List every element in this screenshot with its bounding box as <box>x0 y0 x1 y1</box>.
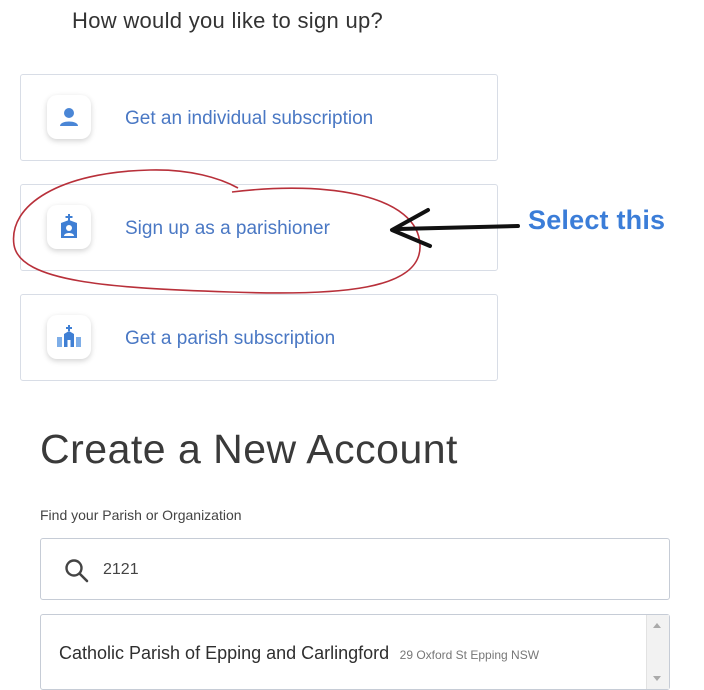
create-account-heading: Create a New Account <box>40 426 458 472</box>
search-results-list: Catholic Parish of Epping and Carlingfor… <box>40 614 670 690</box>
scroll-down-arrow-icon[interactable] <box>653 676 661 681</box>
church-person-icon <box>47 205 91 249</box>
search-icon <box>65 559 89 583</box>
search-result-item[interactable]: Catholic Parish of Epping and Carlingfor… <box>59 643 539 664</box>
results-scrollbar[interactable] <box>646 615 669 689</box>
find-parish-label: Find your Parish or Organization <box>40 507 242 523</box>
scroll-up-arrow-icon[interactable] <box>653 623 661 628</box>
result-parish-name: Catholic Parish of Epping and Carlingfor… <box>59 643 390 663</box>
signup-title: How would you like to sign up? <box>72 8 384 33</box>
select-this-callout: Select this <box>528 205 666 235</box>
person-icon <box>47 95 91 139</box>
parish-search-input[interactable] <box>103 557 623 583</box>
parish-icon <box>47 315 91 359</box>
result-parish-address: 29 Oxford St Epping NSW <box>399 648 540 662</box>
individual-subscription-label: Get an individual subscription <box>125 108 374 129</box>
parish-search-box[interactable] <box>40 538 670 600</box>
parishioner-label: Sign up as a parishioner <box>125 218 330 239</box>
parishioner-option[interactable]: Sign up as a parishioner <box>20 184 498 271</box>
parish-subscription-option[interactable]: Get a parish subscription <box>20 294 498 381</box>
parish-subscription-label: Get a parish subscription <box>125 328 336 349</box>
individual-subscription-option[interactable]: Get an individual subscription <box>20 74 498 161</box>
